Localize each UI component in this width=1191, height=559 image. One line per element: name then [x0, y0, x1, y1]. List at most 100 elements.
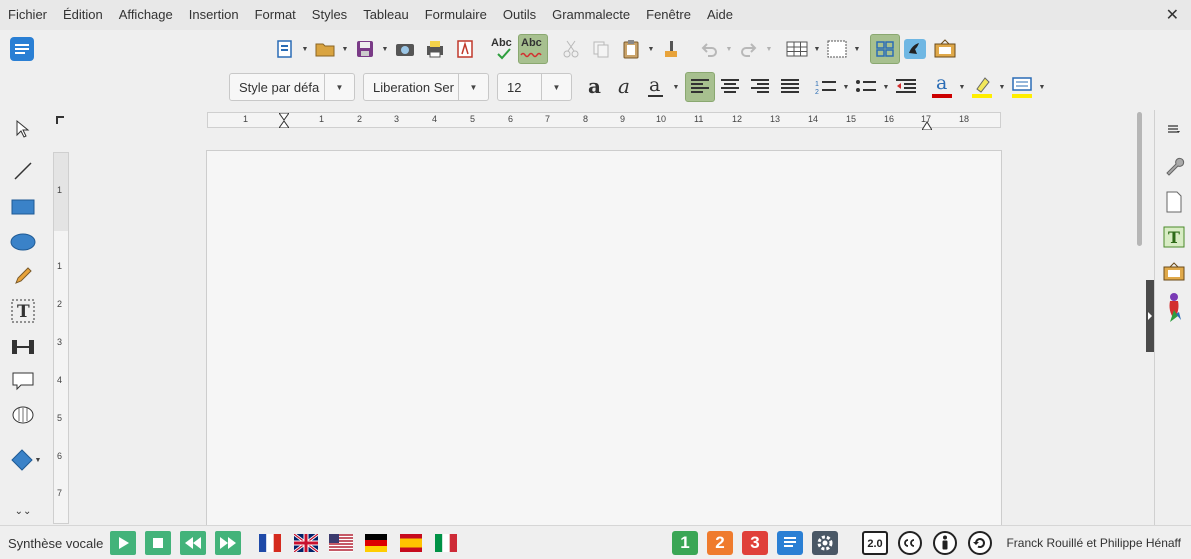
borders-dropdown[interactable]: ▼	[852, 46, 862, 53]
spellcheck-button[interactable]: Abc	[488, 34, 518, 64]
menu-aide[interactable]: Aide	[699, 0, 741, 30]
basic-shapes-button[interactable]: ▼	[8, 445, 46, 475]
underline-button[interactable]: a	[641, 72, 671, 102]
menu-fichier[interactable]: Fichier	[0, 0, 55, 30]
font-color-dropdown[interactable]: ▼	[957, 84, 967, 91]
highlight-dropdown[interactable]: ▼	[997, 84, 1007, 91]
align-left-button[interactable]	[685, 72, 715, 102]
open-button[interactable]	[310, 34, 340, 64]
underline-dropdown[interactable]: ▼	[671, 84, 681, 91]
sidebar-properties-button[interactable]	[1161, 153, 1187, 179]
menu-styles[interactable]: Styles	[304, 0, 355, 30]
redo-dropdown[interactable]: ▼	[764, 46, 774, 53]
decrease-indent-button[interactable]	[891, 72, 921, 102]
sidebar-menu-button[interactable]	[1161, 116, 1187, 142]
level-2-button[interactable]: 2	[707, 531, 733, 555]
menu-insertion[interactable]: Insertion	[181, 0, 247, 30]
vertical-ruler[interactable]: 1 1 2 3 4 5 6 7	[53, 152, 69, 524]
redo-button[interactable]	[734, 34, 764, 64]
menu-affichage[interactable]: Affichage	[111, 0, 181, 30]
paste-button[interactable]	[616, 34, 646, 64]
level-3-button[interactable]: 3	[742, 531, 768, 555]
menu-grammalecte[interactable]: Grammalecte	[544, 0, 638, 30]
lang-es-button[interactable]	[400, 534, 422, 552]
pdf-export-button[interactable]	[450, 34, 480, 64]
vertical-scrollbar[interactable]	[1136, 112, 1144, 524]
scrollbar-thumb[interactable]	[1137, 112, 1142, 246]
settings-button[interactable]	[812, 531, 838, 555]
save-button[interactable]	[350, 34, 380, 64]
align-right-button[interactable]	[745, 72, 775, 102]
undo-button[interactable]	[694, 34, 724, 64]
chevron-down-icon[interactable]: ▼	[324, 74, 354, 100]
menu-edition[interactable]: Édition	[55, 0, 111, 30]
lang-uk-button[interactable]	[293, 532, 319, 554]
ellipse-tool-button[interactable]	[8, 227, 38, 257]
menu-tableau[interactable]: Tableau	[355, 0, 417, 30]
writer-app-icon[interactable]	[10, 37, 34, 61]
paragraph-style-combo[interactable]: Style par défa ▼	[229, 73, 355, 101]
print-button[interactable]	[420, 34, 450, 64]
font-name-value[interactable]: Liberation Ser	[364, 80, 458, 95]
highlight-button[interactable]	[967, 72, 997, 102]
text-box-tool-button[interactable]: T	[8, 296, 38, 326]
menu-fenetre[interactable]: Fenêtre	[638, 0, 699, 30]
menu-format[interactable]: Format	[247, 0, 304, 30]
document-page[interactable]	[206, 150, 1002, 530]
numbered-list-button[interactable]: 12	[811, 72, 841, 102]
level-1-button[interactable]: 1	[672, 531, 698, 555]
numbered-list-dropdown[interactable]: ▼	[841, 84, 851, 91]
menu-outils[interactable]: Outils	[495, 0, 544, 30]
new-document-dropdown[interactable]: ▼	[300, 46, 310, 53]
bold-button[interactable]: a	[581, 72, 611, 102]
font-size-combo[interactable]: 12 ▼	[497, 73, 572, 101]
lang-it-button[interactable]	[435, 534, 457, 552]
sidebar-gallery-button[interactable]	[1161, 259, 1187, 285]
play-button[interactable]	[110, 531, 136, 555]
open-dropdown[interactable]: ▼	[340, 46, 350, 53]
insert-table-dropdown[interactable]: ▼	[812, 46, 822, 53]
align-center-button[interactable]	[715, 72, 745, 102]
more-tools-button[interactable]: ⌄⌄	[8, 503, 38, 519]
italic-button[interactable]: a	[611, 72, 641, 102]
cut-button[interactable]	[556, 34, 586, 64]
paragraph-style-value[interactable]: Style par défa	[230, 80, 324, 95]
left-indent-marker[interactable]	[278, 112, 290, 129]
sidebar-navigator-button[interactable]	[1161, 291, 1187, 325]
lang-fr-button[interactable]	[259, 534, 281, 552]
export-pdf-button[interactable]	[390, 34, 420, 64]
sidebar-styles-button[interactable]: T	[1161, 224, 1187, 250]
lang-us-button[interactable]	[329, 534, 353, 552]
stop-button[interactable]	[145, 531, 171, 555]
font-color-button[interactable]: a	[927, 72, 957, 102]
rectangle-tool-button[interactable]	[8, 192, 38, 222]
freeform-tool-button[interactable]	[8, 261, 38, 291]
paragraph-background-dropdown[interactable]: ▼	[1037, 84, 1047, 91]
menu-formulaire[interactable]: Formulaire	[417, 0, 495, 30]
chevron-down-icon[interactable]: ▼	[541, 74, 571, 100]
font-size-value[interactable]: 12	[498, 80, 541, 95]
line-tool-button[interactable]	[8, 156, 38, 186]
borders-button[interactable]	[822, 34, 852, 64]
callout-tool-button[interactable]	[8, 366, 38, 396]
new-document-button[interactable]	[270, 34, 300, 64]
sidebar-collapse-handle[interactable]	[1146, 280, 1154, 352]
horizontal-ruler[interactable]: 1 1 2 3 4 5 6 7 8 9 10 11 12 13 14 15 16…	[207, 112, 1001, 131]
connector-tool-button[interactable]	[8, 332, 38, 362]
copy-button[interactable]	[586, 34, 616, 64]
lang-de-button[interactable]	[365, 534, 387, 552]
bullet-list-button[interactable]	[851, 72, 881, 102]
select-tool-button[interactable]	[8, 114, 38, 144]
autospellcheck-button[interactable]: Abc	[518, 34, 548, 64]
save-dropdown[interactable]: ▼	[380, 46, 390, 53]
bird-image-button[interactable]	[900, 34, 930, 64]
fast-forward-button[interactable]	[215, 531, 241, 555]
sidebar-page-button[interactable]	[1161, 189, 1187, 215]
clone-formatting-button[interactable]	[656, 34, 686, 64]
font-name-combo[interactable]: Liberation Ser ▼	[363, 73, 489, 101]
rewind-button[interactable]	[180, 531, 206, 555]
projector-button[interactable]	[930, 34, 960, 64]
speech-balloon-tool-button[interactable]	[8, 401, 38, 431]
bullet-list-dropdown[interactable]: ▼	[881, 84, 891, 91]
close-document-icon[interactable]: ✕	[1166, 5, 1179, 25]
